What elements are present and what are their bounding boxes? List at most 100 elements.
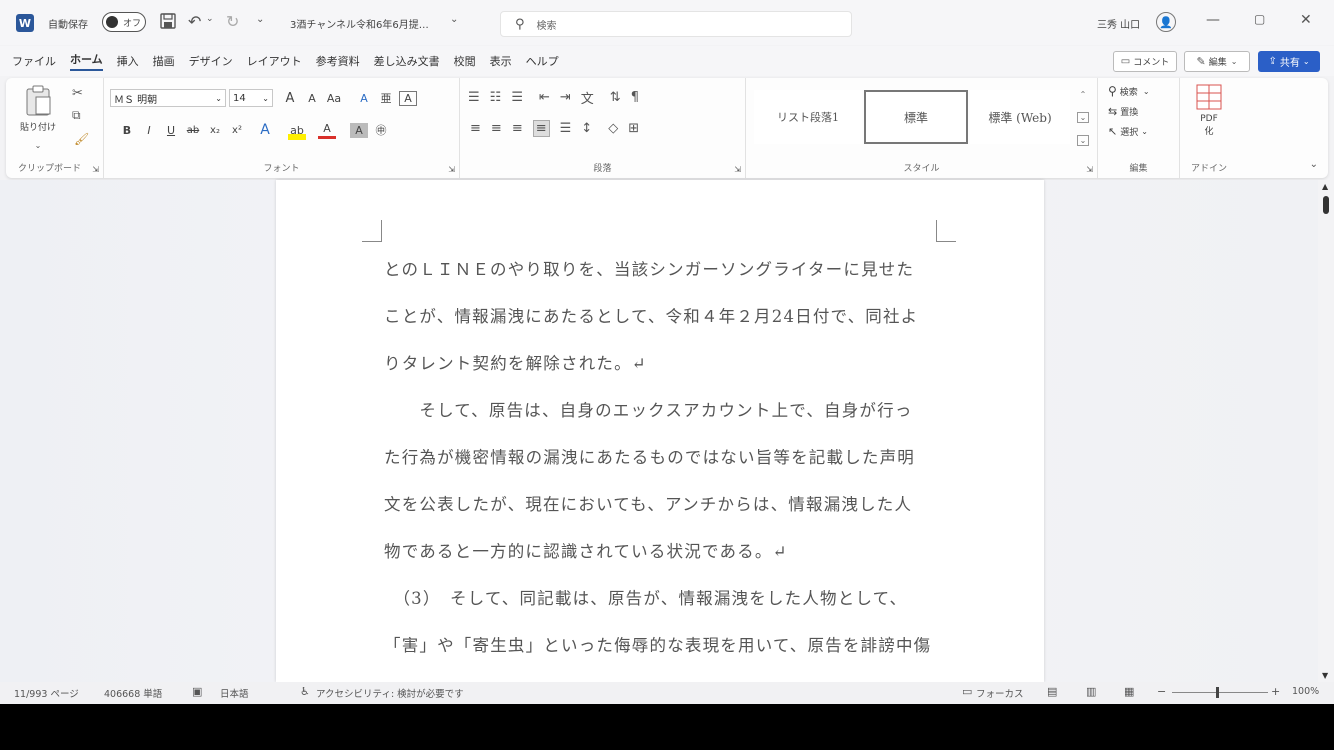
- zoom-in-icon[interactable]: +: [1271, 685, 1280, 698]
- comment-button[interactable]: ▭ コメント: [1113, 51, 1177, 72]
- decrease-indent-icon[interactable]: ⇤: [539, 90, 550, 105]
- paste-button[interactable]: 貼り付け ⌄: [18, 84, 58, 150]
- tab-review[interactable]: 校閲: [454, 53, 476, 69]
- focus-icon[interactable]: ▭: [962, 685, 972, 698]
- replace-button[interactable]: ⇆ 置換: [1108, 105, 1150, 118]
- customize-qat-icon[interactable]: ⌄: [256, 14, 264, 25]
- dialog-launcher-icon[interactable]: ⇲: [734, 165, 741, 174]
- editing-mode-button[interactable]: ✎ 編集 ⌄: [1184, 51, 1250, 72]
- close-icon[interactable]: ✕: [1300, 12, 1312, 28]
- scroll-down-icon[interactable]: ▼: [1322, 671, 1328, 680]
- dialog-launcher-icon[interactable]: ⇲: [448, 165, 455, 174]
- restore-icon[interactable]: ▢: [1254, 12, 1265, 26]
- highlight-button[interactable]: ab: [288, 120, 306, 140]
- accessibility-status[interactable]: アクセシビリティ: 検討が必要です: [316, 686, 464, 700]
- change-case-button[interactable]: Aa: [325, 88, 343, 108]
- zoom-out-icon[interactable]: −: [1157, 685, 1166, 698]
- tab-design[interactable]: デザイン: [189, 53, 233, 69]
- more-styles-icon[interactable]: ⌄: [1076, 135, 1090, 146]
- align-left-icon[interactable]: ≡: [470, 121, 481, 136]
- save-icon[interactable]: [160, 13, 176, 29]
- grow-font-button[interactable]: A: [281, 88, 299, 108]
- shading-icon[interactable]: ◇: [608, 121, 618, 136]
- read-mode-icon[interactable]: ▤: [1047, 685, 1057, 698]
- show-marks-icon[interactable]: ¶: [631, 90, 639, 105]
- shrink-font-button[interactable]: A: [303, 88, 321, 108]
- tab-layout[interactable]: レイアウト: [247, 53, 302, 69]
- autosave-toggle[interactable]: オフ: [102, 12, 146, 32]
- tab-mailings[interactable]: 差し込み文書: [374, 53, 440, 69]
- bullets-icon[interactable]: ☰: [468, 90, 480, 105]
- char-border-button[interactable]: A: [399, 90, 417, 106]
- pdf-addin-button[interactable]: PDF 化: [1190, 84, 1228, 137]
- document-page[interactable]: とのＬＩＮＥのやり取りを、当該シンガーソングライターに見せた ことが、情報漏洩に…: [276, 180, 1044, 682]
- strikethrough-button[interactable]: ab: [184, 120, 202, 140]
- tab-file[interactable]: ファイル: [12, 53, 56, 69]
- tab-references[interactable]: 参考資料: [316, 53, 360, 69]
- tab-draw[interactable]: 描画: [153, 53, 175, 69]
- style-list-paragraph[interactable]: リスト段落1: [754, 90, 862, 144]
- zoom-level[interactable]: 100%: [1292, 686, 1319, 697]
- style-gallery-scroll[interactable]: ⌃ ⌄ ⌄: [1076, 90, 1090, 146]
- undo-dropdown-icon[interactable]: ⌄: [206, 14, 214, 24]
- focus-mode[interactable]: フォーカス: [976, 686, 1024, 700]
- tab-help[interactable]: ヘルプ: [526, 53, 559, 69]
- tab-view[interactable]: 表示: [490, 53, 512, 69]
- font-name-combo[interactable]: ＭＳ 明朝 ⌄: [110, 89, 226, 107]
- italic-button[interactable]: I: [140, 120, 158, 140]
- line-spacing-icon[interactable]: ↕: [581, 121, 592, 136]
- increase-indent-icon[interactable]: ⇥: [560, 90, 571, 105]
- chevron-up-icon[interactable]: ⌃: [1080, 90, 1087, 99]
- distribute-icon[interactable]: ☰: [560, 121, 572, 136]
- find-button[interactable]: ⚲ 検索 ⌄: [1108, 84, 1150, 98]
- page-count[interactable]: 11/993 ページ: [14, 686, 79, 700]
- share-button[interactable]: ⇪ 共有 ⌄: [1258, 51, 1320, 72]
- search-box[interactable]: ⚲ 検索: [500, 11, 852, 37]
- cut-icon[interactable]: ✂: [72, 86, 83, 101]
- accessibility-icon[interactable]: ♿: [300, 685, 310, 698]
- title-chevron-icon[interactable]: ⌄: [450, 14, 458, 25]
- word-count[interactable]: 406668 単語: [104, 686, 162, 700]
- zoom-slider[interactable]: [1172, 687, 1268, 698]
- collapse-ribbon-icon[interactable]: ⌄: [1310, 159, 1318, 170]
- chevron-down-icon[interactable]: ⌄: [1076, 111, 1090, 123]
- proofing-icon[interactable]: ▣: [192, 685, 202, 698]
- char-shading-button[interactable]: A: [350, 122, 368, 138]
- user-name[interactable]: 三秀 山口: [1097, 16, 1140, 31]
- align-right-icon[interactable]: ≡: [512, 121, 523, 136]
- clear-format-button[interactable]: A: [355, 88, 373, 108]
- scroll-up-icon[interactable]: ▲: [1322, 182, 1328, 191]
- subscript-button[interactable]: x₂: [206, 120, 224, 140]
- undo-icon[interactable]: ↶: [188, 12, 201, 31]
- bold-button[interactable]: B: [118, 120, 136, 140]
- style-normal[interactable]: 標準: [864, 90, 968, 144]
- numbering-icon[interactable]: ☷: [490, 90, 502, 105]
- underline-button[interactable]: U: [162, 120, 180, 140]
- justify-icon[interactable]: ≡: [532, 120, 550, 137]
- font-size-combo[interactable]: 14 ⌄: [229, 89, 273, 107]
- font-color-button[interactable]: A: [318, 122, 336, 139]
- dialog-launcher-icon[interactable]: ⇲: [92, 165, 99, 174]
- superscript-button[interactable]: x²: [228, 120, 246, 140]
- tab-insert[interactable]: 挿入: [117, 53, 139, 69]
- language[interactable]: 日本語: [220, 686, 249, 700]
- borders-icon[interactable]: ⊞: [628, 121, 639, 136]
- zoom-slider-thumb[interactable]: [1216, 687, 1219, 698]
- multilevel-list-icon[interactable]: ☰: [511, 90, 523, 105]
- align-center-icon[interactable]: ≡: [491, 121, 502, 136]
- dialog-launcher-icon[interactable]: ⇲: [1086, 165, 1093, 174]
- tab-home[interactable]: ホーム: [70, 51, 103, 71]
- text-effects-button[interactable]: A: [256, 120, 274, 140]
- sort-icon[interactable]: ⇅: [610, 90, 621, 105]
- copy-icon[interactable]: ⧉: [72, 108, 81, 123]
- document-title[interactable]: 3酒チャンネル令和6年6月提…: [290, 16, 429, 31]
- scroll-thumb[interactable]: [1323, 196, 1329, 214]
- web-layout-icon[interactable]: ▦: [1124, 685, 1134, 698]
- format-painter-icon[interactable]: 🖌: [74, 132, 89, 146]
- redo-icon[interactable]: ↻: [226, 12, 239, 31]
- select-button[interactable]: ↖ 選択 ⌄: [1108, 125, 1150, 138]
- style-normal-web[interactable]: 標準 (Web): [970, 90, 1070, 144]
- minimize-icon[interactable]: —: [1206, 12, 1220, 28]
- vertical-scrollbar[interactable]: ▲ ▼: [1318, 180, 1334, 682]
- ruby-button[interactable]: 亜: [377, 88, 395, 108]
